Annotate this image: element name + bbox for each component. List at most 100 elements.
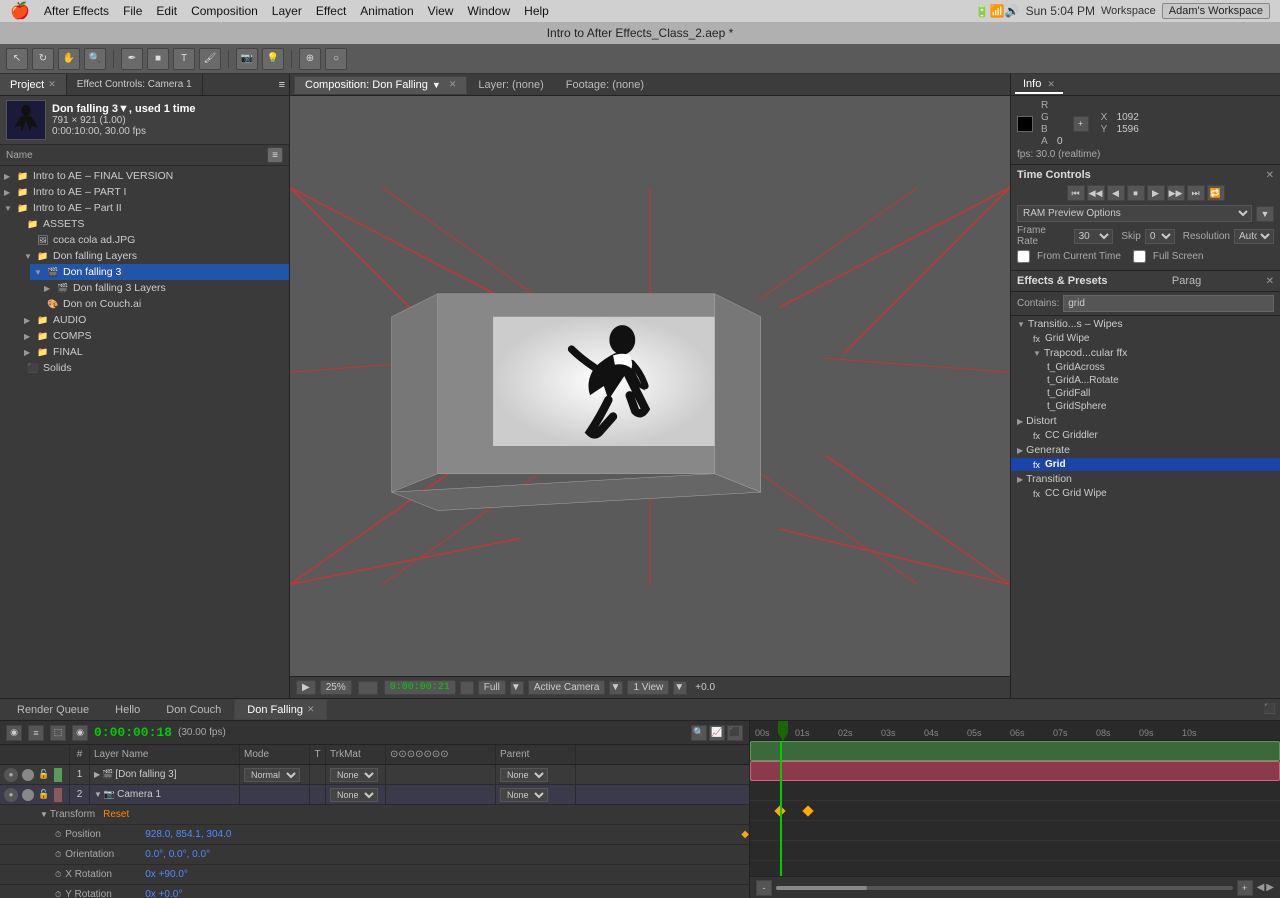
yrot-stopwatch[interactable]: ⏱ [55, 890, 61, 898]
skip-select[interactable]: 0 [1145, 229, 1175, 244]
tool-null[interactable]: ○ [325, 48, 347, 70]
tool-select[interactable]: ↖ [6, 48, 28, 70]
menu-composition[interactable]: Composition [191, 4, 258, 18]
menu-layer[interactable]: Layer [272, 4, 302, 18]
effect-cc-griddler[interactable]: fx CC Griddler [1011, 429, 1280, 442]
comp-camera[interactable]: Active Camera [528, 680, 606, 695]
tree-item-don-falling-layers[interactable]: ▶ 🎬 Don falling 3 Layers [40, 280, 289, 296]
tl-motion-blur[interactable]: ◉ [72, 725, 88, 741]
color-swatch[interactable] [1017, 116, 1033, 132]
tree-item-audio[interactable]: ▶ 📁 AUDIO [20, 312, 289, 328]
tab-project-close[interactable]: ✕ [48, 79, 56, 90]
layer-2-eye[interactable]: ● [4, 788, 18, 802]
tl-zoom-slider[interactable] [776, 886, 1233, 890]
layer-2-trkmat-select[interactable]: None [330, 788, 378, 802]
layer-1-trkmat-select[interactable]: None [330, 768, 378, 782]
tree-item-solids[interactable]: ⬛ Solids [10, 360, 289, 376]
tab-composition-dropdown[interactable]: ▼ [432, 80, 441, 90]
tc-step-back[interactable]: ◀◀ [1087, 185, 1105, 201]
tab-don-falling-close[interactable]: ✕ [307, 704, 315, 715]
menu-window[interactable]: Window [467, 4, 510, 18]
ep-search-input[interactable] [1063, 295, 1274, 312]
from-current-checkbox[interactable] [1017, 250, 1030, 263]
menu-file[interactable]: File [123, 4, 142, 18]
tool-pen[interactable]: ✒ [121, 48, 143, 70]
tree-item-part1[interactable]: ▶ 📁 Intro to AE – PART I [0, 184, 289, 200]
project-panel-options[interactable]: ≡ [267, 147, 283, 163]
reset-btn[interactable]: Reset [103, 809, 129, 820]
prop-yrotation-row[interactable]: ⏱ Y Rotation 0x +0.0° [0, 885, 749, 898]
menu-view[interactable]: View [428, 4, 454, 18]
tab-hello[interactable]: Hello [102, 699, 153, 720]
tl-zoom-in[interactable]: + [1237, 880, 1253, 896]
tab-layer[interactable]: Layer: (none) [467, 76, 554, 94]
comp-quality-arrow[interactable]: ▼ [510, 681, 524, 695]
timeline-expand[interactable]: ⬛ [1264, 704, 1276, 715]
layer-2-name[interactable]: ▼ 📷 Camera 1 [90, 785, 240, 804]
time-needle-head[interactable] [778, 721, 788, 741]
layer-1-parent[interactable]: None [496, 765, 576, 784]
layer-1-solo[interactable] [22, 769, 34, 781]
effect-t-gridrotate[interactable]: t_GridA...Rotate [1011, 374, 1280, 387]
ram-preview-select[interactable]: RAM Preview Options [1017, 205, 1252, 222]
tab-info[interactable]: Info ✕ [1015, 76, 1063, 94]
tab-footage[interactable]: Footage: (none) [555, 76, 655, 94]
tool-brush[interactable]: 🖌 [199, 48, 221, 70]
tab-composition-close[interactable]: ✕ [449, 79, 457, 90]
tc-stop[interactable]: ⏹ [1127, 185, 1145, 201]
layer-1-lock[interactable]: 🔓 [38, 769, 49, 780]
tree-item-comps[interactable]: ▶ 📁 COMPS [20, 328, 289, 344]
tab-render-queue[interactable]: Render Queue [4, 699, 102, 720]
layer-2-parent-select[interactable]: None [500, 788, 548, 802]
layer-row-2[interactable]: ● 🔓 2 ▼ 📷 Camera 1 None [0, 785, 749, 805]
tl-hide-shy[interactable]: ≡ [28, 725, 44, 741]
tc-play-fwd[interactable]: ▶ [1147, 185, 1165, 201]
tab-don-couch[interactable]: Don Couch [153, 699, 234, 720]
tool-light[interactable]: 💡 [262, 48, 284, 70]
orient-value[interactable]: 0.0°, 0.0°, 0.0° [145, 849, 210, 860]
transitions-header[interactable]: ▼ Transitio...s – Wipes [1011, 316, 1280, 332]
layer-1-name[interactable]: ▶ 🎬 [Don falling 3] [90, 765, 240, 784]
tl-search-btn[interactable]: 🔍 [691, 725, 707, 741]
menu-help[interactable]: Help [524, 4, 549, 18]
tab-project[interactable]: Project ✕ [0, 74, 67, 95]
tree-item-coca-cola[interactable]: 🖼 coca cola ad.JPG [20, 232, 289, 248]
layer-2-solo[interactable] [22, 789, 34, 801]
comp-view-arrow[interactable]: ▼ [673, 681, 687, 695]
xrot-value[interactable]: 0x +90.0° [145, 869, 188, 880]
tl-nav-prev[interactable]: ◀ [1257, 882, 1265, 893]
tc-step-fwd[interactable]: ▶▶ [1167, 185, 1185, 201]
effect-t-gridacross[interactable]: t_GridAcross [1011, 361, 1280, 374]
tree-item-part2[interactable]: ▼ 📁 Intro to AE – Part II [0, 200, 289, 216]
tool-text[interactable]: T [173, 48, 195, 70]
menu-animation[interactable]: Animation [360, 4, 413, 18]
tool-hand[interactable]: ✋ [58, 48, 80, 70]
tl-zoom-out[interactable]: - [756, 880, 772, 896]
distort-header[interactable]: ▶ Distort [1011, 413, 1280, 429]
tab-composition[interactable]: Composition: Don Falling ▼ ✕ [294, 76, 467, 94]
effect-grid[interactable]: fx Grid [1011, 458, 1280, 471]
layer-1-trkmat[interactable]: None [326, 765, 386, 784]
tree-item-don-falling-3[interactable]: ▼ 🎬 Don falling 3 [30, 264, 289, 280]
effect-grid-wipe[interactable]: fx Grid Wipe [1011, 332, 1280, 345]
prop-xrotation-row[interactable]: ⏱ X Rotation 0x +90.0° [0, 865, 749, 885]
fps-select[interactable]: 30 [1074, 229, 1114, 244]
menu-after-effects[interactable]: After Effects [44, 4, 109, 18]
color-picker-btn[interactable]: + [1073, 116, 1089, 132]
ram-options-btn[interactable]: ▼ [1256, 206, 1274, 222]
tool-shape[interactable]: ■ [147, 48, 169, 70]
transition-header[interactable]: ▶ Transition [1011, 471, 1280, 487]
comp-quality[interactable]: Full [478, 680, 506, 695]
tab-don-falling[interactable]: Don Falling ✕ [234, 699, 327, 720]
tc-close[interactable]: ✕ [1266, 170, 1274, 181]
tl-timeline-area[interactable] [750, 741, 1280, 876]
tree-item-don-layers[interactable]: ▼ 📁 Don falling Layers [20, 248, 289, 264]
transform-header-row[interactable]: ▼ Transform Reset [0, 805, 749, 825]
transform-expand[interactable]: ▼ [40, 810, 48, 819]
comp-view[interactable]: 1 View [627, 680, 669, 695]
comp-toggle-btn[interactable]: ▶ [296, 680, 316, 695]
layer-1-parent-select[interactable]: None [500, 768, 548, 782]
full-screen-checkbox[interactable] [1133, 250, 1146, 263]
tl-solo-toggle[interactable]: ◉ [6, 725, 22, 741]
keyframe-position-2[interactable] [802, 805, 813, 816]
